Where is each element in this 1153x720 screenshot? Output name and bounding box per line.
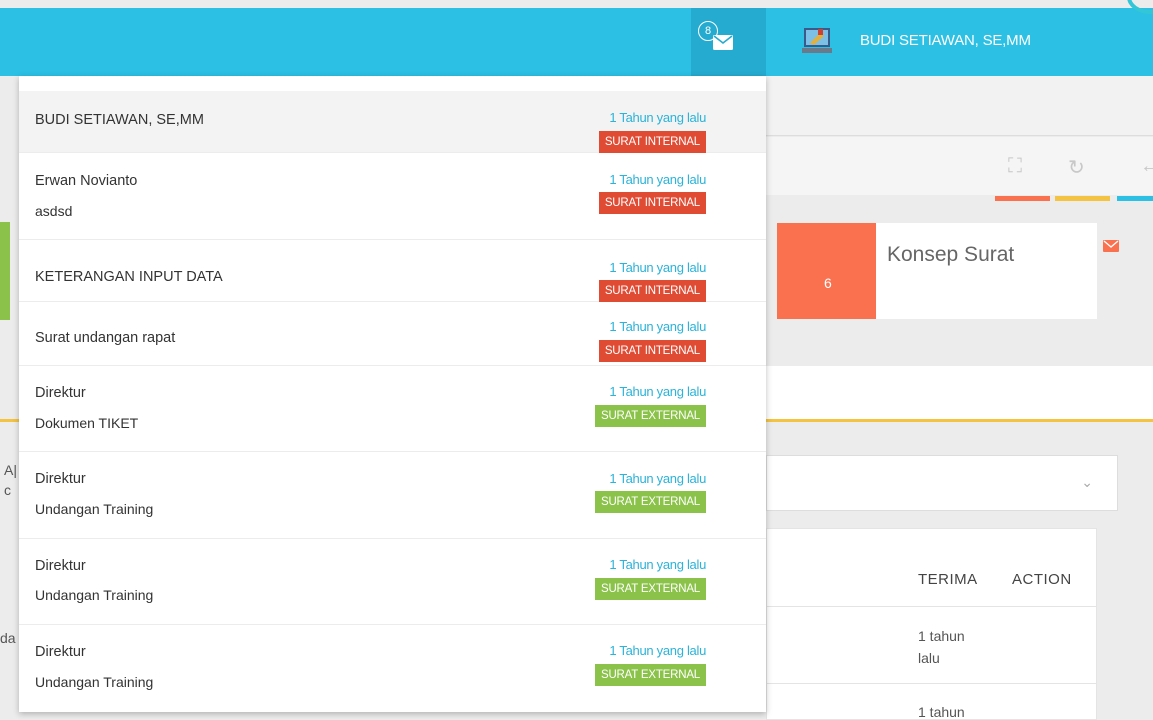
clipped-text: da [0,630,16,646]
notification-title: BUDI SETIAWAN, SE,MM [35,112,204,128]
inbox-table [766,528,1097,720]
notification-title: Erwan Novianto [35,173,138,189]
notification-item[interactable]: Direktur Undangan Training 1 Tahun yang … [19,452,766,539]
notification-time: 1 Tahun yang lalu [609,260,706,275]
stat-label: Konsep Surat [887,243,1015,266]
notification-time: 1 Tahun yang lalu [609,384,706,399]
notification-type-badge: SURAT INTERNAL [598,280,706,302]
notification-title: Surat undangan rapat [35,330,176,346]
notification-item[interactable]: Direktur Dokumen TIKET 1 Tahun yang lalu… [19,366,766,452]
envelope-icon [1103,240,1119,252]
notification-item[interactable]: Direktur Undangan Training 1 Tahun yang … [19,625,766,712]
notification-title: Direktur [35,558,86,574]
tab-bar [766,366,1153,422]
notification-time: 1 Tahun yang lalu [609,643,706,658]
chevron-down-icon: ⌄ [1081,474,1093,490]
mail-notification-button[interactable]: 8 [691,8,766,76]
clipped-text: c [4,482,11,498]
row-divider [766,683,1097,684]
konsep-surat-card[interactable]: 6 Konsep Surat [777,223,1097,319]
notification-subject: Undangan Training [35,674,154,690]
column-header-action: ACTION [1012,571,1072,588]
accent-strip-red [995,196,1050,201]
stat-card-edge [0,222,10,320]
notification-type-badge: SURAT EXTERNAL [594,491,706,513]
notification-item[interactable]: Surat undangan rapat 1 Tahun yang lalu S… [19,302,766,366]
notification-type-badge: SURAT EXTERNAL [594,664,706,686]
notification-type-badge: SURAT INTERNAL [598,340,706,362]
computer-user-icon[interactable] [800,26,834,56]
table-cell-time: 1 tahun [918,704,965,720]
notification-title: KETERANGAN INPUT DATA [35,269,223,285]
notification-title: Direktur [35,644,86,660]
notification-type-badge: SURAT INTERNAL [598,192,706,214]
refresh-icon[interactable]: ↻ [1068,155,1085,180]
envelope-icon [713,35,733,50]
notification-time: 1 Tahun yang lalu [609,172,706,187]
notification-item[interactable]: Direktur Undangan Training 1 Tahun yang … [19,539,766,625]
notification-type-badge: SURAT INTERNAL [598,131,706,153]
expand-icon[interactable]: ⛶ [1008,155,1022,178]
stat-count: 6 [777,223,876,319]
notification-time: 1 Tahun yang lalu [609,471,706,486]
notification-time: 1 Tahun yang lalu [609,319,706,334]
accent-strip-blue [1117,196,1153,201]
notification-time: 1 Tahun yang lalu [609,557,706,572]
notification-item[interactable]: Erwan Novianto asdsd 1 Tahun yang lalu S… [19,153,766,240]
panel-header [766,137,1153,195]
tab-underline [0,419,20,422]
arrow-left-icon[interactable]: ← [1140,155,1153,178]
notification-item[interactable]: BUDI SETIAWAN, SE,MM 1 Tahun yang lalu S… [19,91,766,153]
notification-subject: Undangan Training [35,587,154,603]
notification-type-badge: SURAT EXTERNAL [594,578,706,600]
notification-time: 1 Tahun yang lalu [609,110,706,125]
notification-title: Direktur [35,385,86,401]
notification-item[interactable]: KETERANGAN INPUT DATA 1 Tahun yang lalu … [19,240,766,302]
notification-subject: Dokumen TIKET [35,415,139,431]
notification-dropdown: BUDI SETIAWAN, SE,MM 1 Tahun yang lalu S… [19,76,766,712]
clipped-text: A| [4,462,17,478]
notification-type-badge: SURAT EXTERNAL [594,405,706,427]
notification-subject: Undangan Training [35,501,154,517]
accent-strip-yellow [1055,196,1110,201]
navbar-user-name[interactable]: BUDI SETIAWAN, SE,MM [860,32,1031,49]
column-header-terima: TERIMA [918,571,978,588]
table-cell-time: 1 tahun lalu [918,628,965,666]
breadcrumb-bar [766,76,1153,136]
row-divider [766,606,1097,607]
notification-subject: asdsd [35,203,73,219]
notification-title: Direktur [35,471,86,487]
filter-select[interactable]: ⌄ [766,455,1118,511]
